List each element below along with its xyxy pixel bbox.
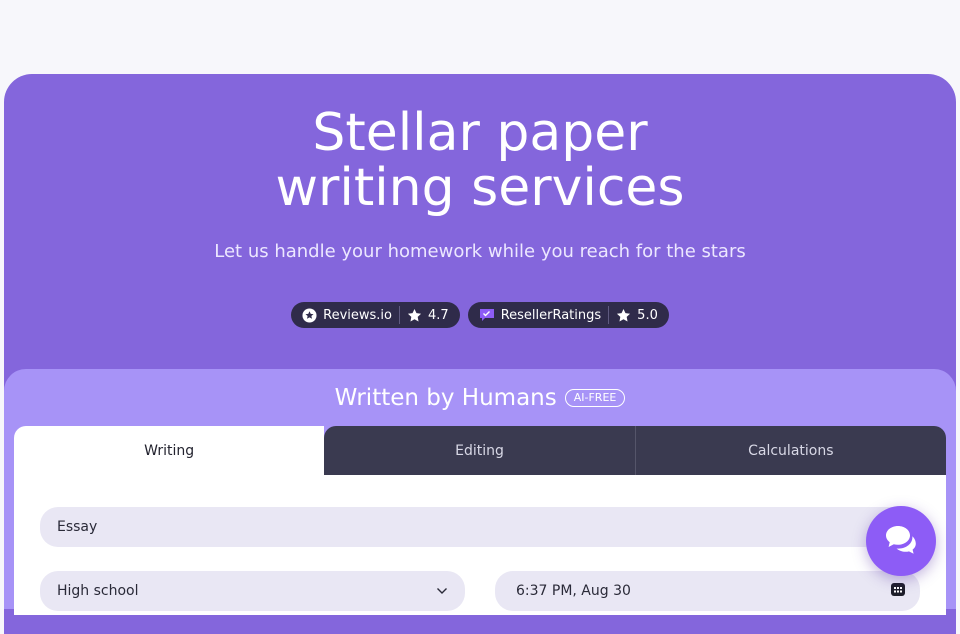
reviews-io-label: Reviews.io xyxy=(323,307,392,323)
rating-badges: Reviews.io 4.7 ResellerRatings 5.0 xyxy=(0,302,960,328)
star-icon xyxy=(407,308,422,323)
resellerratings-label: ResellerRatings xyxy=(500,307,602,323)
reviews-io-rating: 4.7 xyxy=(428,307,449,323)
badge-divider xyxy=(399,306,400,324)
ai-free-tag: AI-FREE xyxy=(564,389,626,407)
chevron-down-icon xyxy=(436,583,448,599)
tab-editing[interactable]: Editing xyxy=(324,426,636,475)
hero-title: Stellar paper writing services xyxy=(0,106,960,216)
order-form-heading: Written by Humans AI-FREE xyxy=(0,383,960,413)
deadline-picker[interactable]: 6:37 PM, Aug 30 xyxy=(495,571,920,611)
badge-divider xyxy=(608,306,610,324)
hero-title-line1: Stellar paper xyxy=(312,103,648,163)
star-icon xyxy=(616,308,631,323)
academic-level-value: High school xyxy=(57,583,139,599)
academic-level-select[interactable]: High school xyxy=(40,571,465,611)
chat-button[interactable] xyxy=(866,506,936,576)
chat-bubbles-icon xyxy=(884,524,918,558)
hero-title-line2: writing services xyxy=(275,158,685,218)
deadline-value: 6:37 PM, Aug 30 xyxy=(516,583,631,599)
hero-subtitle: Let us handle your homework while you re… xyxy=(214,241,746,262)
calendar-icon xyxy=(890,581,906,601)
resellerratings-rating: 5.0 xyxy=(637,307,658,323)
reviews-io-badge[interactable]: Reviews.io 4.7 xyxy=(291,302,460,328)
tab-calculations[interactable]: Calculations xyxy=(635,426,946,475)
resellerratings-badge[interactable]: ResellerRatings 5.0 xyxy=(467,302,669,328)
paper-type-value: Essay xyxy=(57,519,98,535)
service-tabs: Writing Editing Calculations xyxy=(14,426,946,475)
order-form-title: Written by Humans xyxy=(334,385,557,411)
paper-type-select[interactable]: Essay xyxy=(40,507,920,547)
tab-writing[interactable]: Writing xyxy=(14,426,325,475)
resellerratings-logo-icon xyxy=(479,308,495,322)
reviews-io-logo-icon xyxy=(302,307,317,323)
